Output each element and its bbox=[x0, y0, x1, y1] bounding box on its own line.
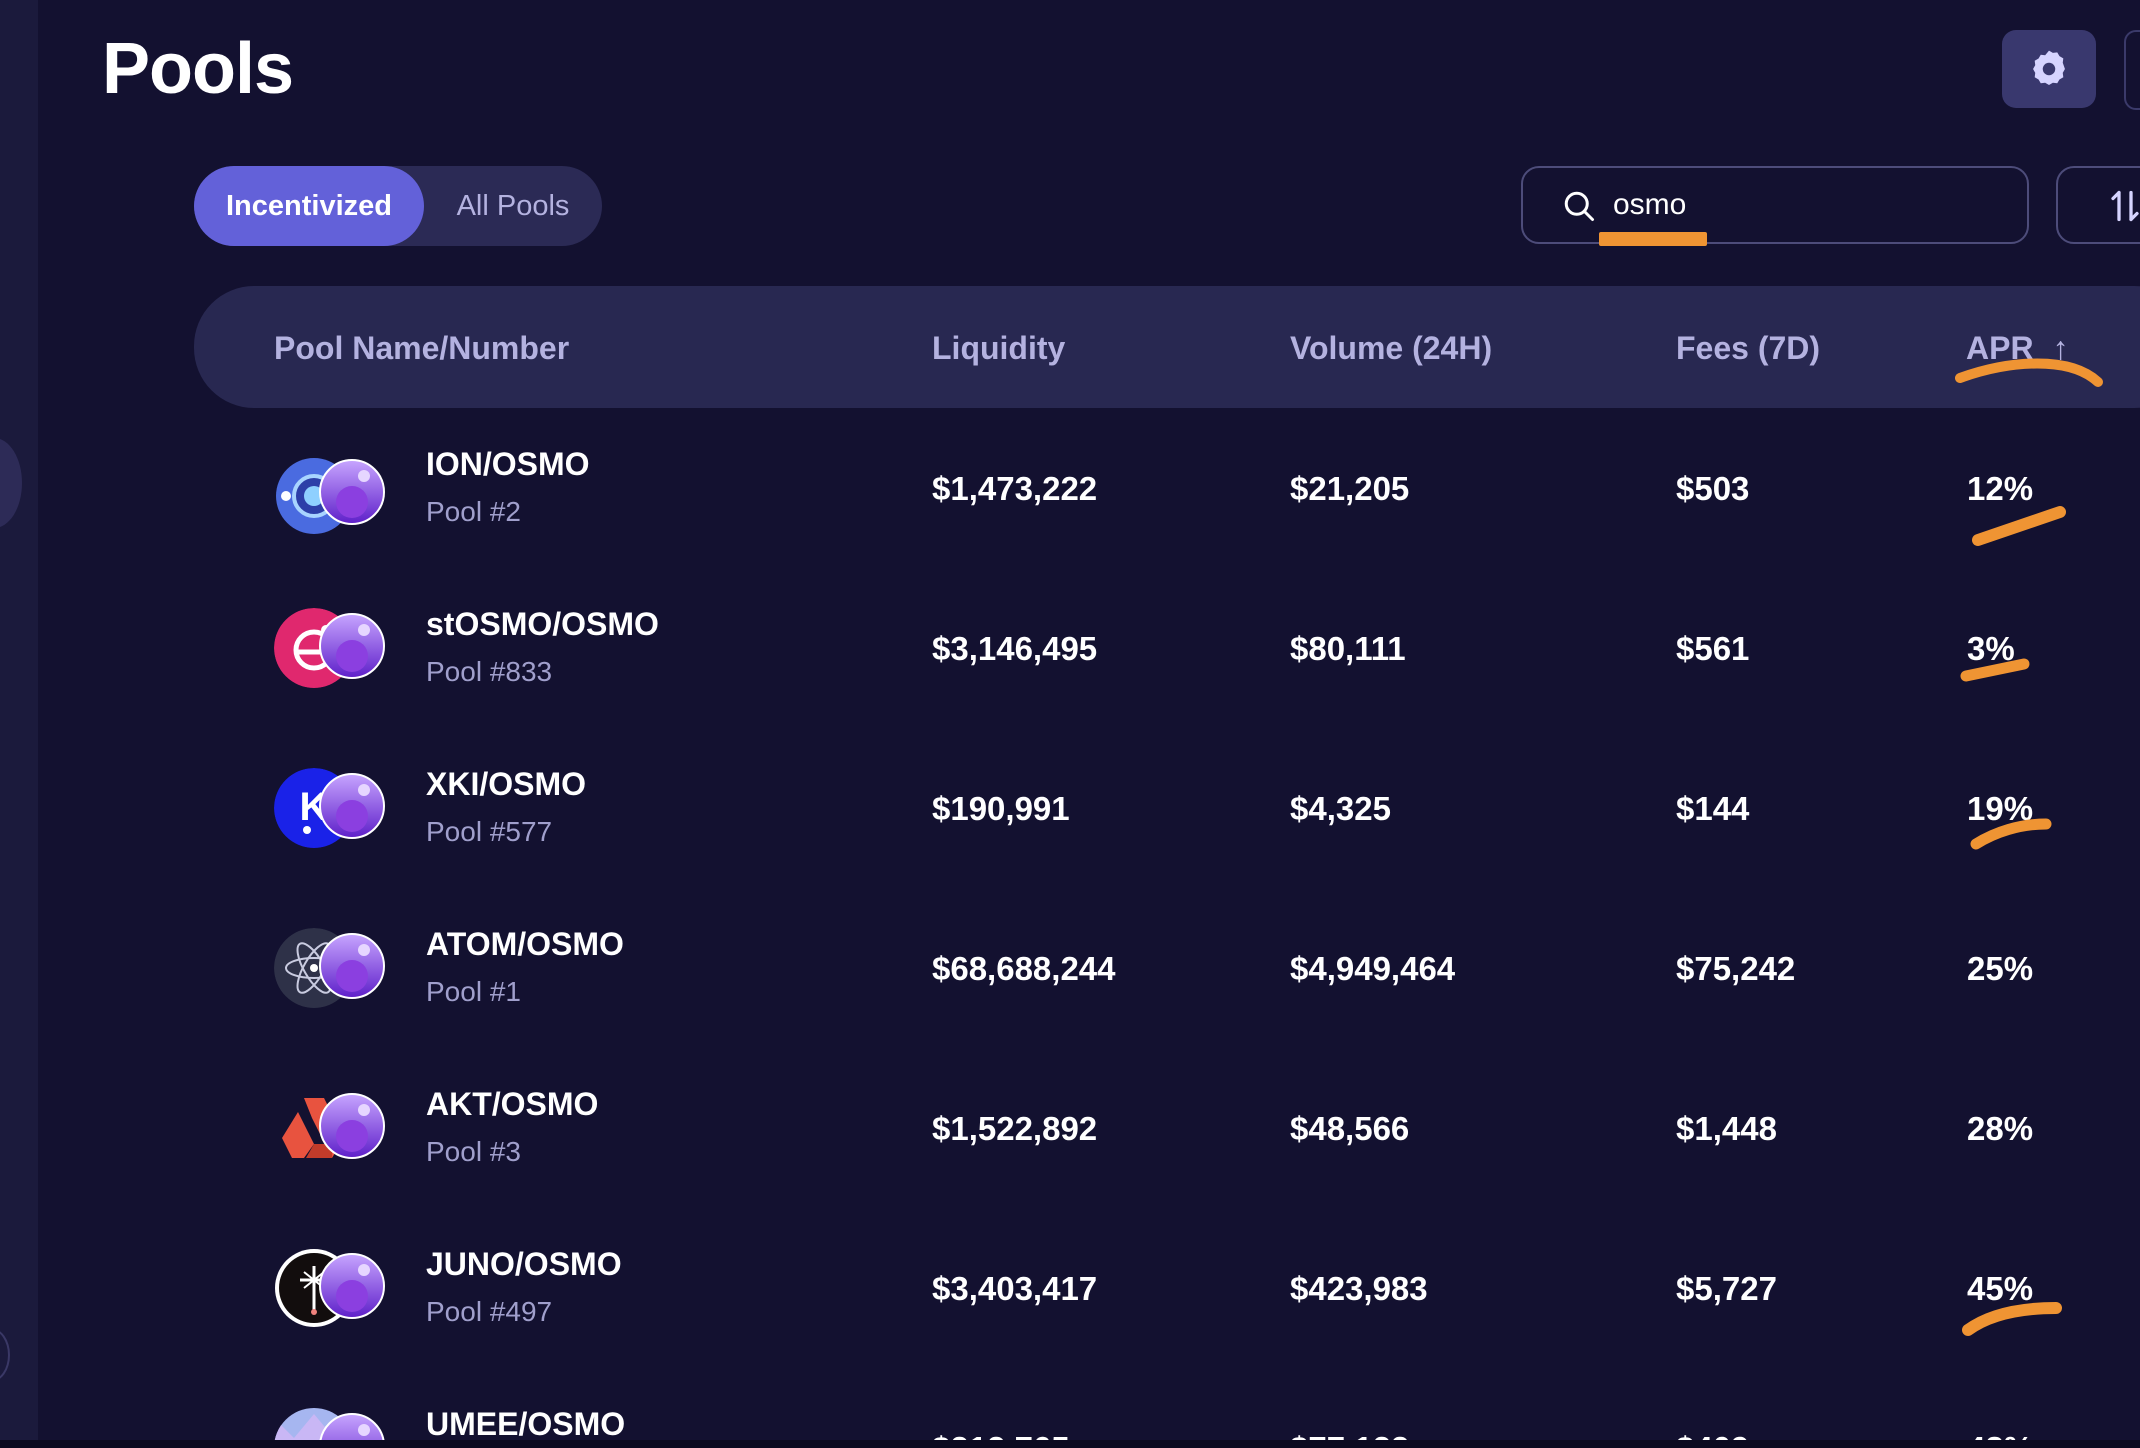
apr-value: 28% bbox=[1967, 1110, 2034, 1147]
table-row[interactable]: JUNO/OSMO Pool #497 $3,403,417 $423,983 … bbox=[0, 1208, 2140, 1368]
table-row[interactable]: K XKI/OSMO Pool #577 $190,991 $4,325 $14… bbox=[0, 728, 2140, 888]
column-header-liquidity[interactable]: Liquidity bbox=[932, 330, 1065, 367]
pool-name: UMEE/OSMO bbox=[426, 1406, 626, 1440]
sort-button[interactable] bbox=[2056, 166, 2140, 244]
table-row[interactable]: AKT/OSMO Pool #3 $1,522,892 $48,566 $1,4… bbox=[0, 1048, 2140, 1208]
osmo-token-icon bbox=[318, 1092, 386, 1160]
search-icon bbox=[1564, 191, 1594, 221]
volume-value: $4,325 bbox=[1290, 790, 1391, 827]
volume-value: $48,566 bbox=[1290, 1110, 1410, 1147]
volume-value: $80,111 bbox=[1290, 630, 1406, 667]
liquidity-value: $3,403,417 bbox=[932, 1270, 1098, 1307]
page-title: Pools bbox=[102, 29, 294, 109]
osmo-token-icon bbox=[318, 612, 386, 680]
pool-number: Pool #2 bbox=[426, 496, 521, 527]
fees-value: $75,242 bbox=[1676, 950, 1796, 987]
liquidity-value: $1,522,892 bbox=[932, 1110, 1098, 1147]
pool-number: Pool #3 bbox=[426, 1136, 521, 1167]
column-header-volume[interactable]: Volume (24H) bbox=[1290, 330, 1492, 367]
pool-name: ION/OSMO bbox=[426, 446, 590, 482]
pool-name: AKT/OSMO bbox=[426, 1086, 599, 1122]
liquidity-value: $3,146,495 bbox=[932, 630, 1098, 667]
osmo-token-icon bbox=[318, 458, 386, 526]
apr-value: 25% bbox=[1967, 950, 2034, 987]
tab-incentivized[interactable]: Incentivized bbox=[194, 166, 424, 246]
column-header-pool-name[interactable]: Pool Name/Number bbox=[274, 330, 569, 367]
search-value: osmo bbox=[1613, 188, 1687, 221]
table-row[interactable]: ATOM/OSMO Pool #1 $68,688,244 $4,949,464… bbox=[0, 888, 2140, 1048]
wallet-button[interactable] bbox=[2124, 30, 2140, 110]
table-row[interactable]: UMEE/OSMO $212,765 $77,122 $409 48% bbox=[0, 1368, 2140, 1440]
fees-value: $503 bbox=[1676, 470, 1750, 507]
table-header: Pool Name/Number Liquidity Volume (24H) … bbox=[194, 286, 2140, 408]
table-row[interactable]: ION/OSMO Pool #2 $1,473,222 $21,205 $503… bbox=[0, 408, 2140, 568]
annotation-underline-search bbox=[1599, 232, 1707, 246]
column-header-apr[interactable]: APR ↑ bbox=[1966, 330, 2068, 367]
volume-value: $4,949,464 bbox=[1290, 950, 1456, 987]
table-row[interactable]: stOSMO/OSMO Pool #833 $3,146,495 $80,111… bbox=[0, 568, 2140, 728]
pool-name: ATOM/OSMO bbox=[426, 926, 624, 962]
apr-value: 3% bbox=[1967, 630, 2015, 667]
apr-value: 12% bbox=[1967, 470, 2034, 507]
fees-value: $1,448 bbox=[1676, 1110, 1777, 1147]
fees-value: $5,727 bbox=[1676, 1270, 1777, 1307]
osmo-token-icon bbox=[318, 932, 386, 1000]
volume-value: $21,205 bbox=[1290, 470, 1410, 507]
apr-value: 48% bbox=[1967, 1430, 2033, 1440]
fees-value: $409 bbox=[1676, 1430, 1749, 1440]
pool-number: Pool #1 bbox=[426, 976, 521, 1007]
search-input[interactable]: osmo bbox=[1521, 166, 2029, 246]
pool-name: JUNO/OSMO bbox=[426, 1246, 622, 1282]
osmo-token-icon bbox=[318, 1252, 386, 1320]
pool-number: Pool #497 bbox=[426, 1296, 553, 1327]
fees-value: $144 bbox=[1676, 790, 1750, 827]
liquidity-value: $68,688,244 bbox=[932, 950, 1116, 987]
liquidity-value: $1,473,222 bbox=[932, 470, 1098, 507]
volume-value: $423,983 bbox=[1290, 1270, 1428, 1307]
pool-name: stOSMO/OSMO bbox=[426, 606, 659, 642]
pool-number: Pool #577 bbox=[426, 816, 553, 847]
pool-name: XKI/OSMO bbox=[426, 766, 587, 802]
apr-value: 19% bbox=[1967, 790, 2034, 827]
window-bottom-edge bbox=[0, 1440, 2140, 1448]
liquidity-value: $190,991 bbox=[932, 790, 1070, 827]
pool-number: Pool #833 bbox=[426, 656, 553, 687]
sort-arrow-icon: ↑ bbox=[2052, 330, 2069, 366]
volume-value: $77,122 bbox=[1290, 1430, 1409, 1440]
liquidity-value: $212,765 bbox=[932, 1430, 1070, 1440]
sort-icon bbox=[2111, 190, 2139, 222]
osmo-token-icon bbox=[318, 772, 386, 840]
gear-icon bbox=[2033, 50, 2065, 85]
settings-button[interactable] bbox=[2002, 30, 2096, 108]
pool-filter-tabs: Incentivized All Pools bbox=[194, 166, 602, 246]
column-header-fees[interactable]: Fees (7D) bbox=[1676, 330, 1820, 367]
fees-value: $561 bbox=[1676, 630, 1750, 667]
osmo-token-icon bbox=[318, 1412, 386, 1440]
tab-all-pools[interactable]: All Pools bbox=[424, 166, 602, 246]
column-header-apr-label: APR bbox=[1966, 330, 2034, 366]
apr-value: 45% bbox=[1967, 1270, 2034, 1307]
